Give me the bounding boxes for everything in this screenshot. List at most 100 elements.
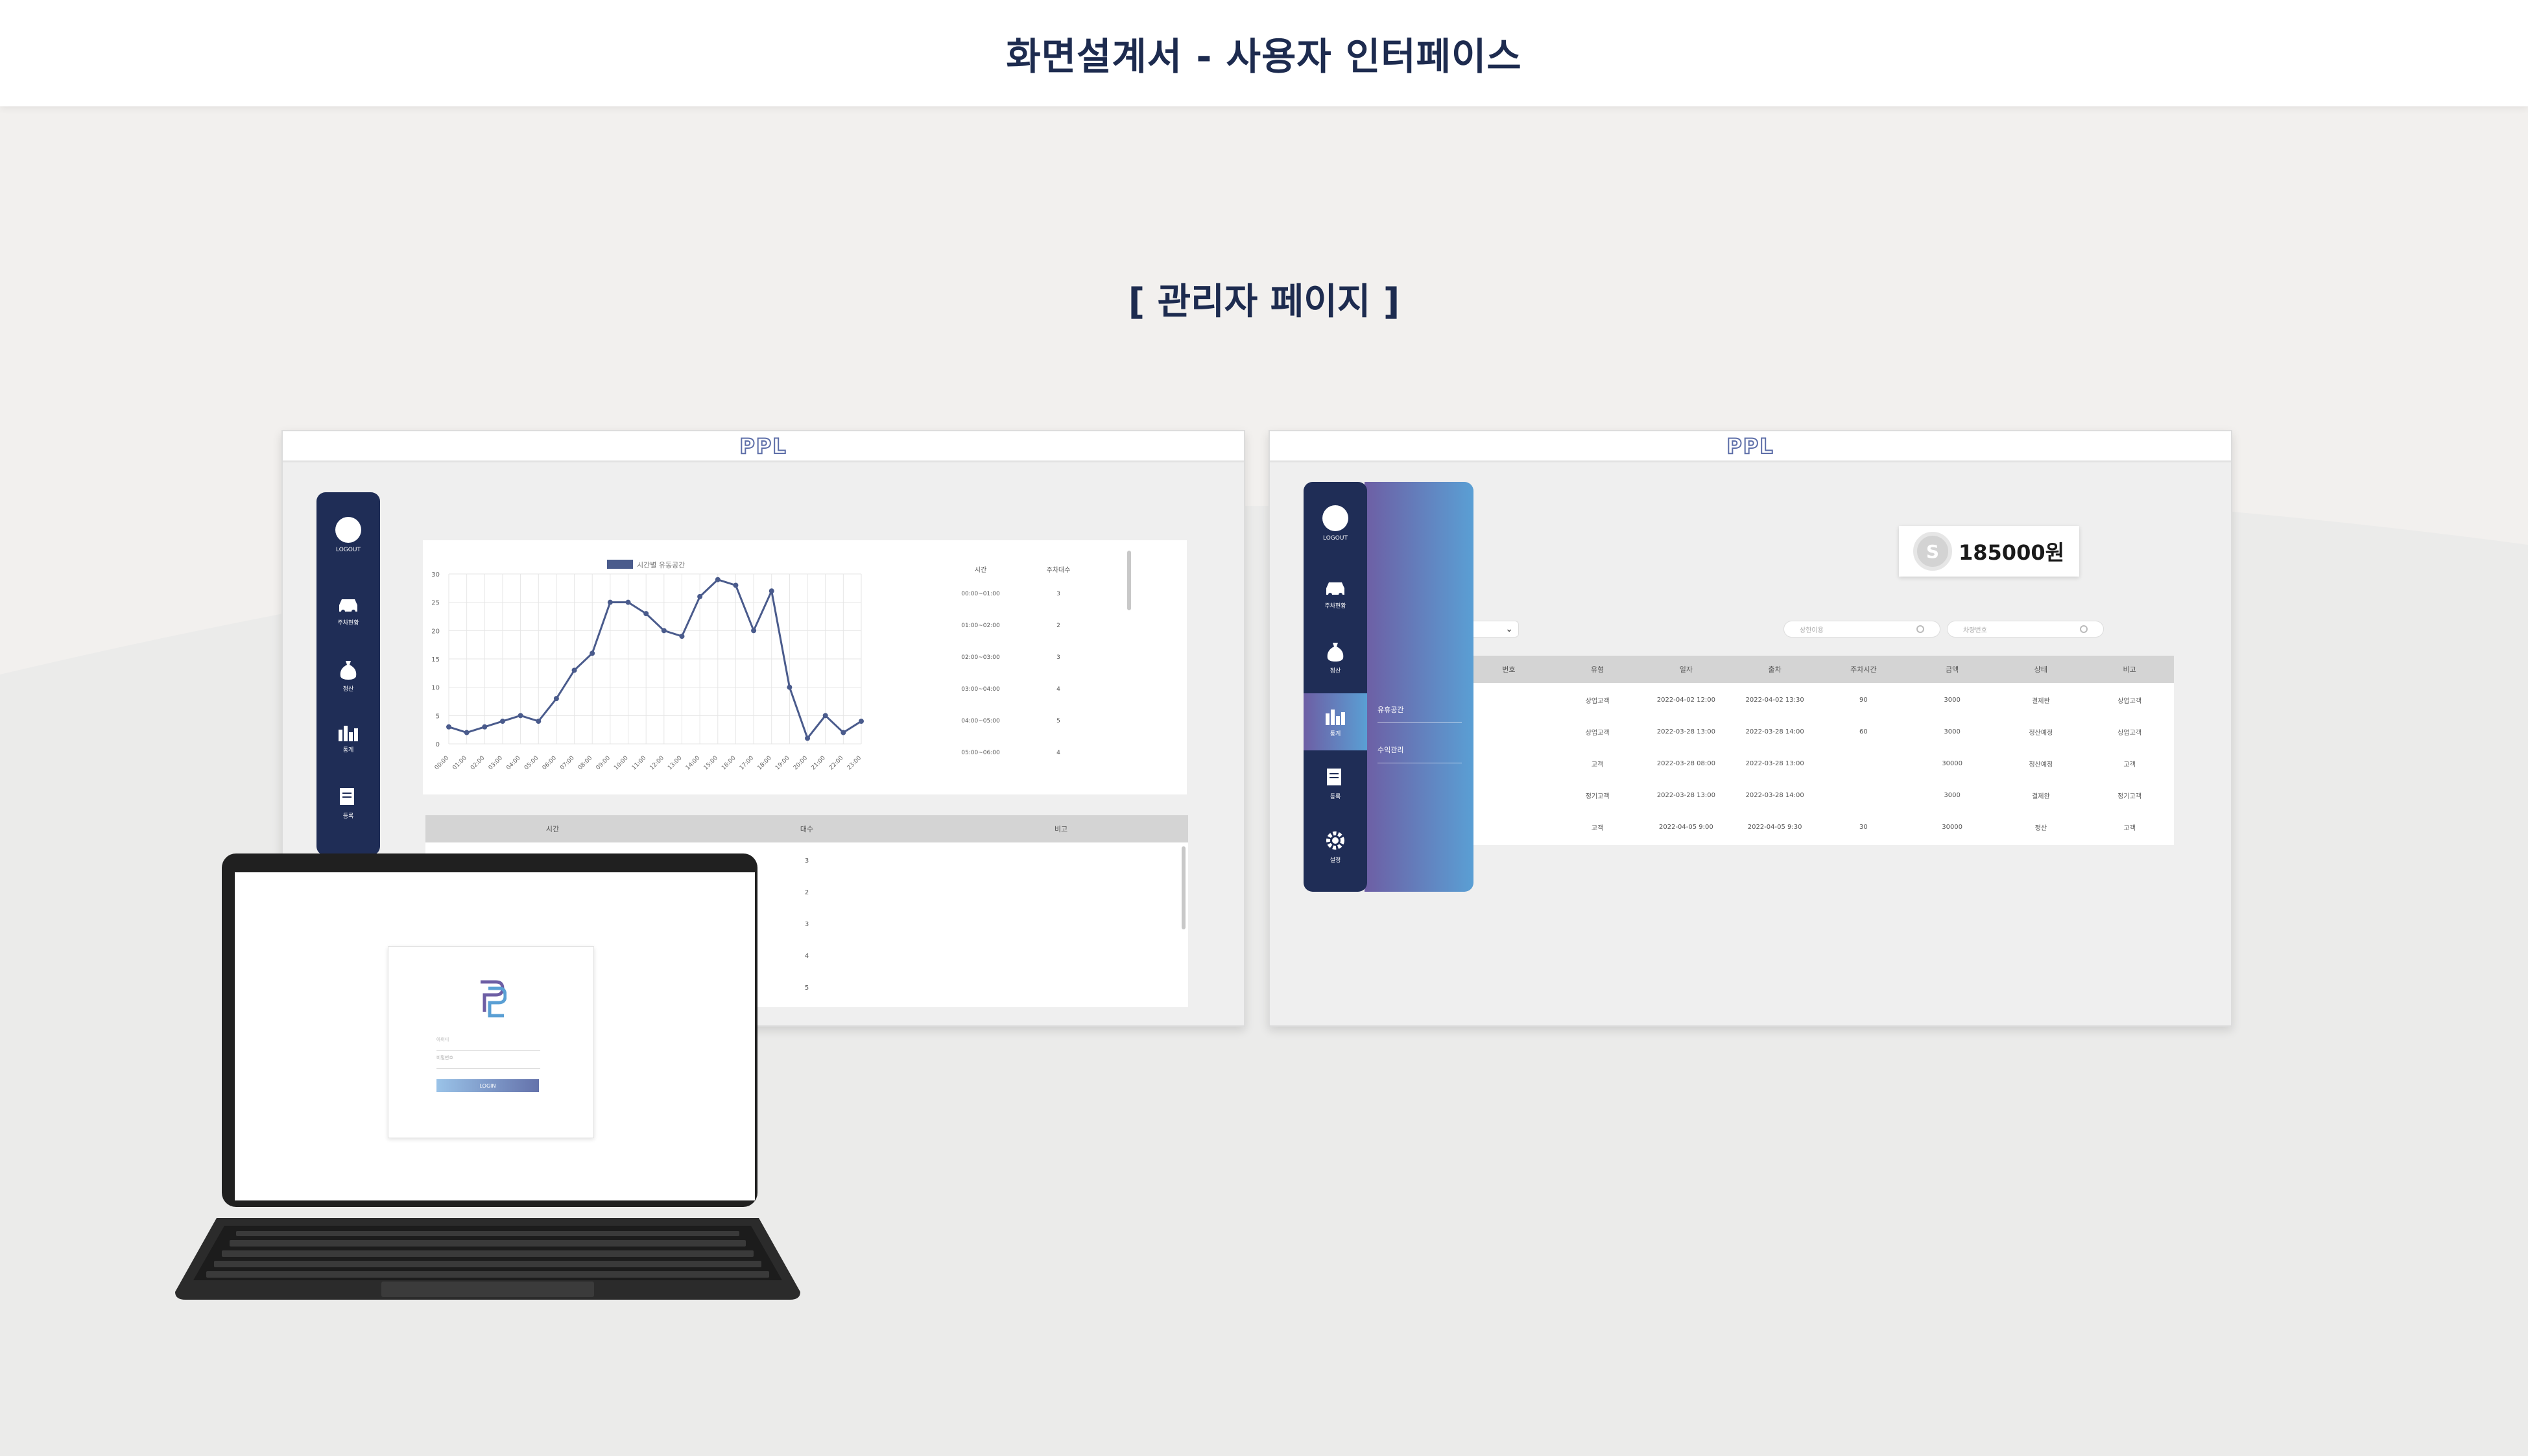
x-tick-label: 15:00 <box>702 755 719 772</box>
table-row[interactable]: 정기고객 2022-03-28 13:00 2022-03-28 14:00 3000… <box>1464 780 2174 811</box>
hourly-header-count: 주차대수 <box>1046 566 1071 574</box>
data-point <box>446 724 451 730</box>
table-row: 01:00~02:00 2 <box>961 622 1060 629</box>
login-card: 아이디 비밀번호 LOGIN <box>388 946 594 1138</box>
x-tick-label: 03:00 <box>488 755 505 772</box>
x-tick-label: 12:00 <box>649 755 666 772</box>
x-tick-label: 14:00 <box>685 755 702 772</box>
logout-button[interactable]: LOGOUT <box>1304 505 1367 542</box>
hourly-header-time: 시간 <box>974 566 987 574</box>
sidebar-item-settings[interactable]: 설정 <box>1304 829 1367 864</box>
x-tick-label: 10:00 <box>613 755 630 772</box>
y-tick-label: 15 <box>431 656 440 663</box>
sidebar-item-parking[interactable]: 주차현황 <box>1304 579 1367 610</box>
login-button[interactable]: LOGIN <box>436 1079 539 1092</box>
money-bag-icon <box>1327 643 1344 662</box>
money-bag-icon <box>340 661 357 680</box>
x-tick-label: 19:00 <box>774 755 791 772</box>
sidebar-item-register[interactable]: 등록 <box>1304 767 1367 800</box>
bar-chart-icon <box>339 726 358 741</box>
table-row[interactable]: 고객 2022-04-05 9:00 2022-04-05 9:30 30 30000 정… <box>1464 811 2174 843</box>
y-tick-label: 30 <box>431 571 440 579</box>
login-logo <box>478 979 507 1018</box>
scrollbar[interactable] <box>1127 551 1131 610</box>
sidebar-item-settlement[interactable]: 정산 <box>316 658 380 693</box>
data-point <box>859 719 864 724</box>
x-tick-label: 00:00 <box>434 755 451 772</box>
coin-icon: S <box>1913 532 1952 571</box>
y-tick-label: 0 <box>436 741 440 748</box>
data-point <box>590 650 595 656</box>
balance-amount: 185000원 <box>1959 540 2065 565</box>
page-title: 화면설계서 - 사용자 인터페이스 <box>1006 34 1522 78</box>
table-row[interactable]: 상업고객 2022-04-02 12:00 2022-04-02 13:30 90 30… <box>1464 684 2174 716</box>
x-tick-label: 01:00 <box>451 755 468 772</box>
search-input-usage[interactable]: 상한이용 <box>1783 621 1940 638</box>
ppl-monogram-icon <box>481 980 507 1018</box>
document-icon <box>340 788 354 805</box>
data-point <box>499 719 505 724</box>
submenu-item-revenue[interactable]: 수익관리 <box>1377 736 1462 763</box>
data-point <box>841 730 846 735</box>
data-point <box>751 628 757 634</box>
section-title: [ 관리자 페이지 ] <box>1128 281 1400 323</box>
data-point <box>464 730 470 735</box>
x-tick-label: 20:00 <box>793 755 809 772</box>
sidebar-item-parking[interactable]: 주차현황 <box>316 596 380 627</box>
data-point <box>697 593 703 599</box>
line-chart: 시간별 유동공간 0 5 10 15 20 25 30 00:00 01:00 02:00 03:00… <box>431 560 864 772</box>
sidebar: LOGOUT 주차현황 정산 통계 등록 설정 <box>1304 482 1367 892</box>
x-tick-label: 02:00 <box>470 755 486 772</box>
sidebar: LOGOUT 주차현황 정산 통계 등록 <box>316 492 380 855</box>
sidebar-item-stats[interactable]: 통계 <box>316 723 380 754</box>
search-icon[interactable] <box>1916 625 1924 633</box>
search-input-plate[interactable]: 차량번호 <box>1947 621 2104 638</box>
hourly-table: 시간 주차대수 00:00~01:00 3 01:00~02:00 2 02:00~03… <box>942 560 1097 780</box>
search-icon[interactable] <box>2080 625 2088 633</box>
x-tick-label: 05:00 <box>523 755 540 772</box>
scrollbar[interactable] <box>1182 846 1186 929</box>
x-tick-label: 13:00 <box>667 755 684 772</box>
table-row: 05:00~06:00 4 <box>961 749 1060 756</box>
table-row[interactable]: 고객 2022-03-28 08:00 2022-03-28 13:00 30000 정… <box>1464 748 2174 780</box>
submenu-item-idle-space[interactable]: 유휴공간 <box>1377 696 1462 723</box>
sidebar-item-register[interactable]: 등록 <box>316 787 380 820</box>
table-row[interactable]: 상업고객 2022-03-28 13:00 2022-03-28 14:00 60 30… <box>1464 716 2174 748</box>
x-tick-label: 16:00 <box>721 755 737 772</box>
chart-card: 시간별 유동공간 0 5 10 15 20 25 30 00:00 01:00 02:00 03:00… <box>423 540 1187 794</box>
data-point <box>553 696 559 702</box>
data-point <box>536 719 542 724</box>
admin-settlement-panel: PPL 번호 유형 일자 출차 주차시간 금액 상태 비고 상업고객 2022-0… <box>1269 430 2232 1027</box>
y-tick-label: 20 <box>431 628 440 635</box>
data-point <box>643 611 649 617</box>
data-point <box>607 599 613 605</box>
laptop-display: 아이디 비밀번호 LOGIN <box>235 872 755 1200</box>
password-field[interactable]: 비밀번호 <box>436 1055 540 1069</box>
avatar-icon <box>1322 505 1348 531</box>
ppl-logo: PPL <box>1726 433 1774 459</box>
id-field[interactable]: 아이디 <box>436 1036 540 1051</box>
chevron-down-icon: ⌄ <box>1505 624 1513 634</box>
sidebar-item-stats-active[interactable]: 통계 <box>1304 693 1367 750</box>
data-point <box>571 667 577 673</box>
table-row: 04:00~05:00 5 <box>961 717 1060 724</box>
bar-chart-icon <box>1326 709 1345 725</box>
balance-badge: S 185000원 <box>1899 526 2079 577</box>
count-table-header: 시간 대수 비고 <box>425 815 1188 842</box>
x-tick-label: 23:00 <box>846 755 863 772</box>
x-tick-label: 18:00 <box>756 755 773 772</box>
x-tick-label: 11:00 <box>631 755 648 772</box>
laptop-keyboard <box>175 1218 800 1300</box>
table-row: 00:00~01:00 3 <box>961 590 1060 597</box>
document-icon <box>1327 769 1341 785</box>
x-tick-label: 06:00 <box>542 755 558 772</box>
car-icon <box>339 599 357 614</box>
table-row: 03:00~04:00 4 <box>961 686 1060 693</box>
logout-button[interactable]: LOGOUT <box>316 517 380 553</box>
data-point <box>733 582 739 588</box>
data-point <box>518 713 523 719</box>
x-tick-label: 04:00 <box>505 755 522 772</box>
sidebar-item-settlement[interactable]: 정산 <box>1304 640 1367 674</box>
data-point <box>482 724 488 730</box>
x-tick-label: 08:00 <box>577 755 594 772</box>
